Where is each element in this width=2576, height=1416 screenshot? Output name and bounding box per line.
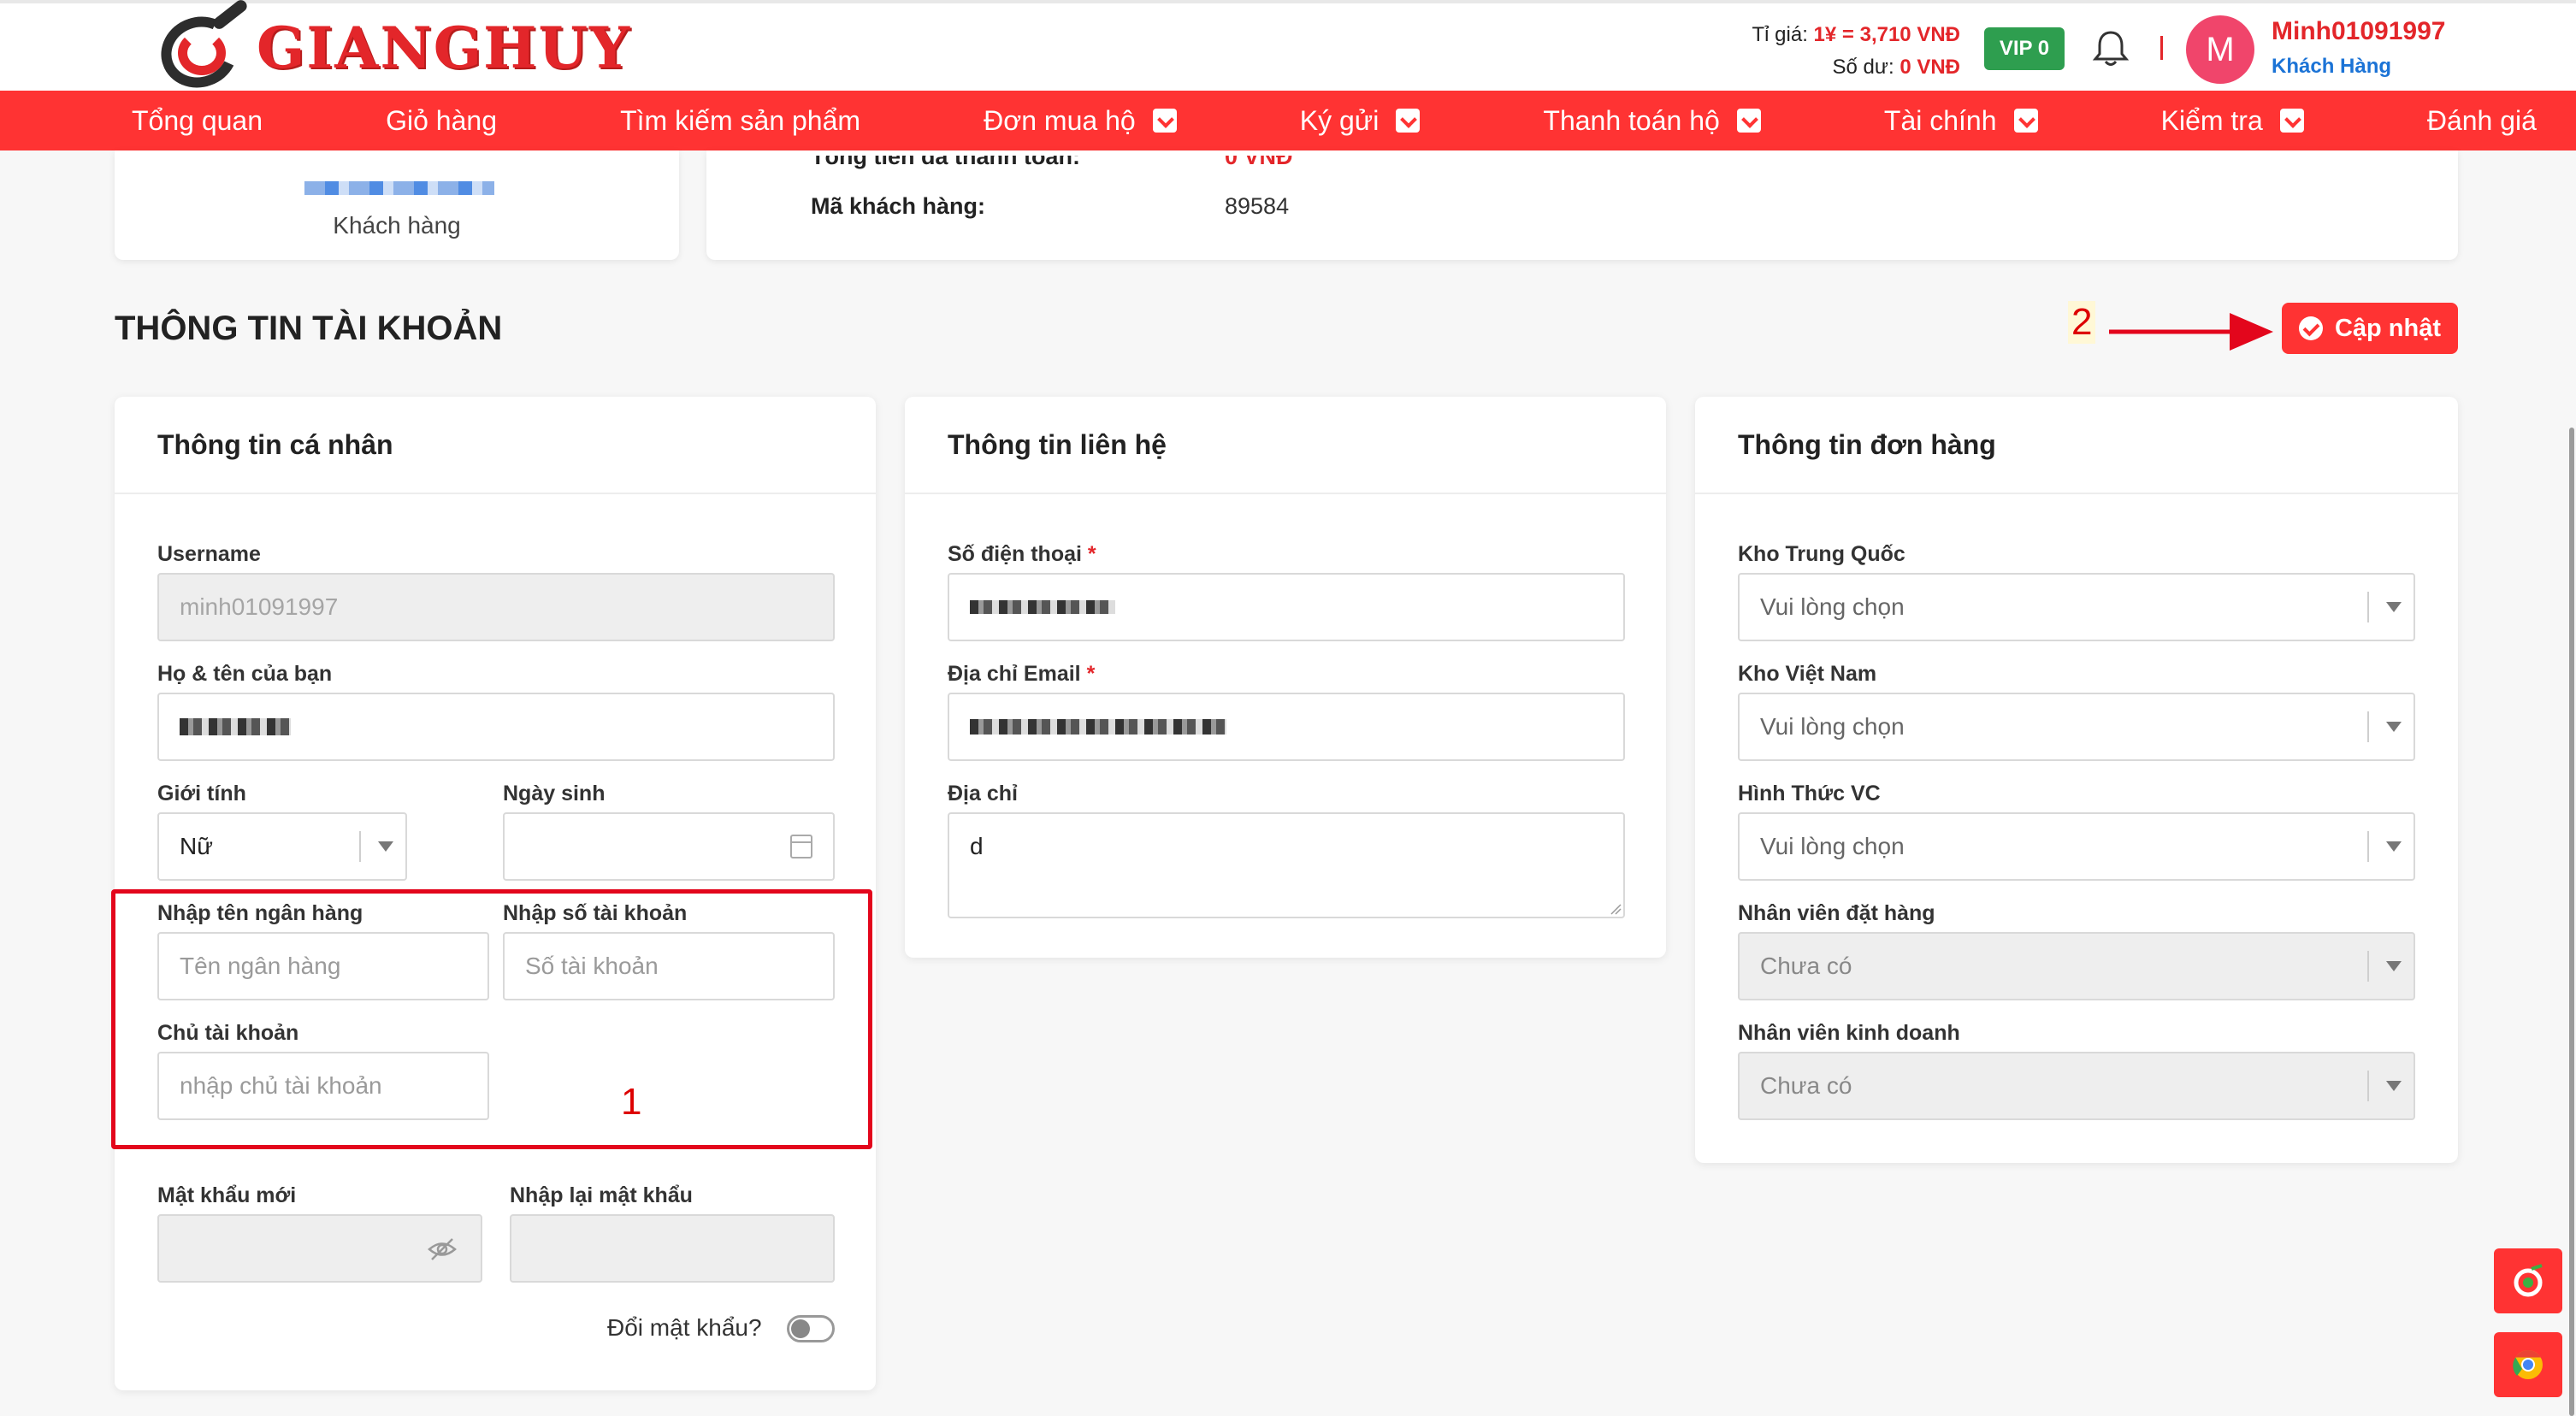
shipping-method-label: Hình Thức VC [1738,782,1881,805]
redacted-name [304,181,494,195]
customer-code-value: 89584 [1225,193,1290,219]
rate-balance-block: Tỉ giá: 1¥ = 3,710 VNĐ Số dư: 0 VNĐ [1752,19,1960,84]
chrome-icon [2513,1350,2543,1379]
floating-extension-button[interactable] [2494,1248,2562,1313]
email-label: Địa chỉ Email * [948,662,1096,686]
sales-staff-select: Chưa có [1738,1052,2415,1120]
caret-down-icon [2367,1071,2402,1101]
user-name-link[interactable]: Minh01091997 [2272,17,2445,46]
birthday-label: Ngày sinh [503,782,606,805]
nav-item-check[interactable]: Kiểm tra [2161,105,2304,137]
nav-item-overview[interactable]: Tổng quan [132,105,263,137]
logo-mark-icon [151,0,253,98]
shipping-method-select[interactable]: Vui lòng chọn [1738,812,2415,881]
birthday-field[interactable] [503,812,835,881]
annotation-arrow-icon [2109,313,2273,351]
nav-item-purchase-orders[interactable]: Đơn mua hộ [984,105,1177,137]
account-summary-card: Tổng tiền đã thanh toán: 0 VNĐ Mã khách … [706,150,2458,260]
caret-down-icon [2367,831,2402,862]
caret-down-icon [359,831,393,862]
exchange-rate: Tỉ giá: 1¥ = 3,710 VNĐ [1752,23,1960,46]
extension-logo-icon [2514,1264,2543,1297]
calendar-icon[interactable] [790,835,812,858]
site-logo[interactable]: GIANGHUY [151,0,632,98]
account-balance: Số dư: 0 VNĐ [1832,56,1960,79]
gender-select[interactable]: Nữ [157,812,407,881]
gender-label: Giới tính [157,782,246,805]
username-field: minh01091997 [157,573,835,641]
confirm-password-input[interactable] [510,1214,835,1283]
caret-down-icon [2367,592,2402,622]
nav-item-review[interactable]: Đánh giá [2427,105,2537,137]
nav-item-consignment[interactable]: Ký gửi [1300,105,1421,137]
top-header: GIANGHUY Tỉ giá: 1¥ = 3,710 VNĐ Số dư: 0… [0,0,2576,98]
address-label: Địa chỉ [948,782,1018,805]
nav-item-finance[interactable]: Tài chính [1884,105,2038,137]
change-password-label: Đổi mật khẩu? [607,1314,762,1341]
main-nav: Tổng quan Giỏ hàng Tìm kiếm sản phẩm Đơn… [0,91,2576,150]
contact-info-title: Thông tin liên hệ [905,397,1666,494]
redacted-value [180,718,291,735]
vip-badge[interactable]: VIP 0 [1984,27,2065,70]
user-role: Khách Hàng [2272,55,2392,78]
nav-item-payment-service[interactable]: Thanh toán hộ [1543,105,1761,137]
eye-slash-icon[interactable] [428,1236,457,1262]
annotation-number-1: 1 [621,1081,642,1123]
logo-text: GIANGHUY [257,15,632,81]
phone-input[interactable] [948,573,1625,641]
vn-warehouse-select[interactable]: Vui lòng chọn [1738,693,2415,761]
profile-role: Khách hàng [333,212,461,239]
notification-bell-icon[interactable] [2092,29,2130,68]
personal-info-title: Thông tin cá nhân [115,397,876,494]
sales-staff-label: Nhân viên kinh doanh [1738,1021,1960,1045]
avatar[interactable]: M [2186,15,2254,84]
phone-label: Số điện thoại * [948,542,1096,566]
change-password-toggle[interactable] [787,1315,835,1342]
order-info-panel: Thông tin đơn hàng [1695,397,2458,1163]
redacted-value [970,719,1226,735]
order-staff-label: Nhân viên đặt hàng [1738,901,1935,925]
confirm-password-label: Nhập lại mật khẩu [510,1183,693,1207]
annotation-highlight-box [111,889,872,1149]
new-password-label: Mật khẩu mới [157,1183,297,1207]
redacted-value [970,600,1115,614]
chevron-down-icon [2279,109,2304,133]
page-title: THÔNG TIN TÀI KHOẢN [115,310,503,347]
chevron-down-icon [1152,109,1177,133]
page-scrollbar[interactable] [2569,428,2574,1416]
caret-down-icon [2367,711,2402,742]
nav-item-cart[interactable]: Giỏ hàng [386,105,497,137]
chevron-down-icon [2013,109,2038,133]
address-textarea[interactable]: d [948,812,1625,918]
chevron-down-icon [1736,109,1761,133]
email-input[interactable] [948,693,1625,761]
check-circle-icon [2298,316,2323,340]
caret-down-icon [2367,951,2402,982]
order-info-title: Thông tin đơn hàng [1695,397,2458,494]
username-label: Username [157,542,261,566]
order-staff-select: Chưa có [1738,932,2415,1000]
cn-warehouse-select[interactable]: Vui lòng chọn [1738,573,2415,641]
fullname-field[interactable] [157,693,835,761]
profile-card: Khách hàng [115,150,679,260]
cn-warehouse-label: Kho Trung Quốc [1738,542,1905,566]
chevron-down-icon [1396,109,1421,133]
fullname-label: Họ & tên của bạn [157,662,333,686]
nav-item-product-search[interactable]: Tìm kiếm sản phẩm [620,105,860,137]
customer-code-label: Mã khách hàng: [811,193,986,219]
floating-chrome-button[interactable] [2494,1332,2562,1397]
header-divider [2160,36,2163,60]
update-button[interactable]: Cập nhật [2282,303,2458,354]
new-password-input[interactable] [157,1214,482,1283]
resize-handle-icon[interactable] [1608,901,1622,915]
vn-warehouse-label: Kho Việt Nam [1738,662,1877,686]
annotation-number-2: 2 [2068,301,2096,344]
